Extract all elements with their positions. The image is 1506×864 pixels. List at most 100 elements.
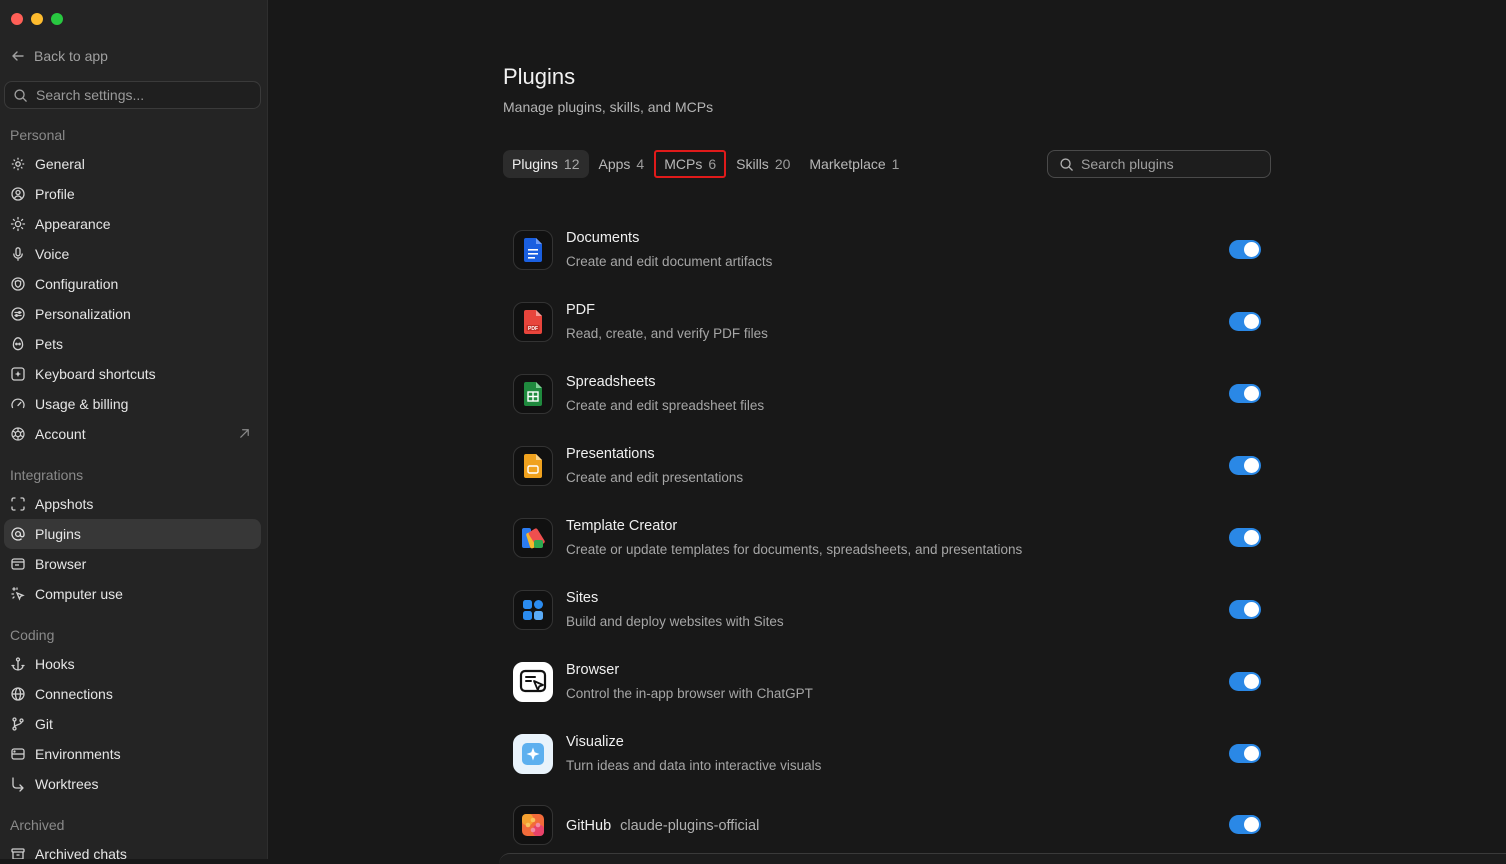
back-to-app-label: Back to app xyxy=(34,48,108,64)
plugin-description: Create and edit document artifacts xyxy=(566,254,773,269)
sidebar-item-label: Plugins xyxy=(35,526,81,542)
close-window-button[interactable] xyxy=(11,13,23,25)
plugin-name: Visualize xyxy=(566,734,624,750)
shield-icon xyxy=(11,277,25,291)
tab-label: Skills xyxy=(736,156,769,172)
presentation-icon xyxy=(513,446,553,486)
plugin-name: Documents xyxy=(566,230,640,246)
plugin-toggle[interactable] xyxy=(1229,240,1261,259)
section-label-integrations: Integrations xyxy=(10,467,84,483)
sidebar-item-label: Browser xyxy=(35,556,87,572)
plugin-name: Presentations xyxy=(566,446,655,462)
sidebar-item-usage-billing[interactable]: Usage & billing xyxy=(4,389,261,419)
zoom-window-button[interactable] xyxy=(51,13,63,25)
tab-skills[interactable]: Skills 20 xyxy=(727,150,799,178)
plugin-toggle[interactable] xyxy=(1229,528,1261,547)
search-icon xyxy=(1060,157,1073,171)
tab-count: 1 xyxy=(891,156,900,172)
sidebar-item-computer-use[interactable]: Computer use xyxy=(4,579,261,609)
tab-plugins[interactable]: Plugins 12 xyxy=(503,150,589,178)
sidebar-item-label: Voice xyxy=(35,246,70,262)
sidebar-item-worktrees[interactable]: Worktrees xyxy=(4,769,261,799)
plugin-name: GitHub claude-plugins-official xyxy=(566,818,759,834)
plugin-description: Turn ideas and data into interactive vis… xyxy=(566,758,822,773)
plugins-settings-panel: Plugins Manage plugins, skills, and MCPs… xyxy=(269,0,1506,864)
sidebar-item-browser[interactable]: Browser xyxy=(4,549,261,579)
sidebar-item-archived-chats[interactable]: Archived chats xyxy=(4,839,261,859)
user-circle-icon xyxy=(11,187,25,201)
minimize-window-button[interactable] xyxy=(31,13,43,25)
sidebar-item-account[interactable]: Account xyxy=(4,419,261,449)
plugin-row-spreadsheets: Spreadsheets Create and edit spreadsheet… xyxy=(513,374,1263,418)
window-controls xyxy=(11,13,63,25)
sidebar-item-label: Worktrees xyxy=(35,776,99,792)
sidebar-item-label: Usage & billing xyxy=(35,396,129,412)
sidebar-item-label: Keyboard shortcuts xyxy=(35,366,156,382)
sidebar-item-label: Account xyxy=(35,426,86,442)
egg-icon xyxy=(12,337,24,351)
anchor-icon xyxy=(11,657,25,671)
plugin-toggle[interactable] xyxy=(1229,815,1261,834)
globe-icon xyxy=(11,687,25,701)
sidebar-item-label: Pets xyxy=(35,336,64,352)
gauge-icon xyxy=(11,398,25,409)
plugin-search[interactable] xyxy=(1047,150,1271,178)
plugin-name: Sites xyxy=(566,590,599,606)
tab-marketplace[interactable]: Marketplace 1 xyxy=(800,150,908,178)
sidebar-item-configuration[interactable]: Configuration xyxy=(4,269,261,299)
tab-count: 6 xyxy=(708,156,717,172)
cursor-sparkle-icon xyxy=(11,587,25,601)
sidebar-item-git[interactable]: Git xyxy=(4,709,261,739)
archive-icon xyxy=(11,848,25,859)
sidebar-item-appshots[interactable]: Appshots xyxy=(4,489,261,519)
sidebar-item-voice[interactable]: Voice xyxy=(4,239,261,269)
sidebar-item-personalization[interactable]: Personalization xyxy=(4,299,261,329)
plugin-name: Browser xyxy=(566,662,620,678)
plugin-name: Template Creator xyxy=(566,518,678,534)
section-label-coding: Coding xyxy=(10,627,55,643)
sidebar-item-appearance[interactable]: Appearance xyxy=(4,209,261,239)
plugin-row-template-creator: Template Creator Create or update templa… xyxy=(513,518,1263,562)
settings-search-input[interactable] xyxy=(36,87,236,103)
sidebar-item-hooks[interactable]: Hooks xyxy=(4,649,261,679)
plugin-description: Create and edit presentations xyxy=(566,470,744,485)
tab-apps[interactable]: Apps 4 xyxy=(590,150,654,178)
sidebar-item-pets[interactable]: Pets xyxy=(4,329,261,359)
plugin-toggle[interactable] xyxy=(1229,744,1261,763)
settings-search[interactable] xyxy=(4,81,261,109)
plugin-toggle[interactable] xyxy=(1229,312,1261,331)
sidebar-item-label: Archived chats xyxy=(35,846,127,859)
plugin-source: claude-plugins-official xyxy=(620,818,760,834)
tab-mcps[interactable]: MCPs 6 xyxy=(654,150,727,178)
worktree-icon xyxy=(12,777,24,792)
plugin-name-text: GitHub xyxy=(566,818,612,834)
external-link-icon xyxy=(240,429,249,438)
sidebar-item-label: Appearance xyxy=(35,216,111,232)
back-to-app-button[interactable]: Back to app xyxy=(10,48,108,64)
sidebar-item-environments[interactable]: Environments xyxy=(4,739,261,769)
sidebar-item-keyboard-shortcuts[interactable]: Keyboard shortcuts xyxy=(4,359,261,389)
plugin-toggle[interactable] xyxy=(1229,456,1261,475)
browser-cursor-icon xyxy=(513,662,553,702)
sidebar-item-profile[interactable]: Profile xyxy=(4,179,261,209)
plugin-toggle[interactable] xyxy=(1229,672,1261,691)
page-title: Plugins xyxy=(503,64,576,89)
plugin-toggle[interactable] xyxy=(1229,600,1261,619)
plugin-tabs: Plugins 12 Apps 4 MCPs 6 Skills 20 Marke… xyxy=(503,150,909,178)
plugin-toggle[interactable] xyxy=(1229,384,1261,403)
plugin-row-github: GitHub claude-plugins-official xyxy=(513,805,1263,849)
plugin-search-input[interactable] xyxy=(1081,156,1251,172)
sidebar-item-label: Personalization xyxy=(35,306,131,322)
sidebar-item-connections[interactable]: Connections xyxy=(4,679,261,709)
search-icon xyxy=(14,88,27,102)
plugin-description: Build and deploy websites with Sites xyxy=(566,614,784,629)
tab-label: MCPs xyxy=(664,156,703,172)
sidebar-item-plugins[interactable]: Plugins xyxy=(4,519,261,549)
keyboard-icon xyxy=(11,367,25,381)
tab-label: Apps xyxy=(598,156,631,172)
at-icon xyxy=(11,527,25,541)
section-label-archived: Archived xyxy=(10,817,65,833)
sliders-circle-icon xyxy=(11,307,25,321)
sidebar-item-general[interactable]: General xyxy=(4,149,261,179)
sidebar-item-label: Computer use xyxy=(35,586,123,602)
